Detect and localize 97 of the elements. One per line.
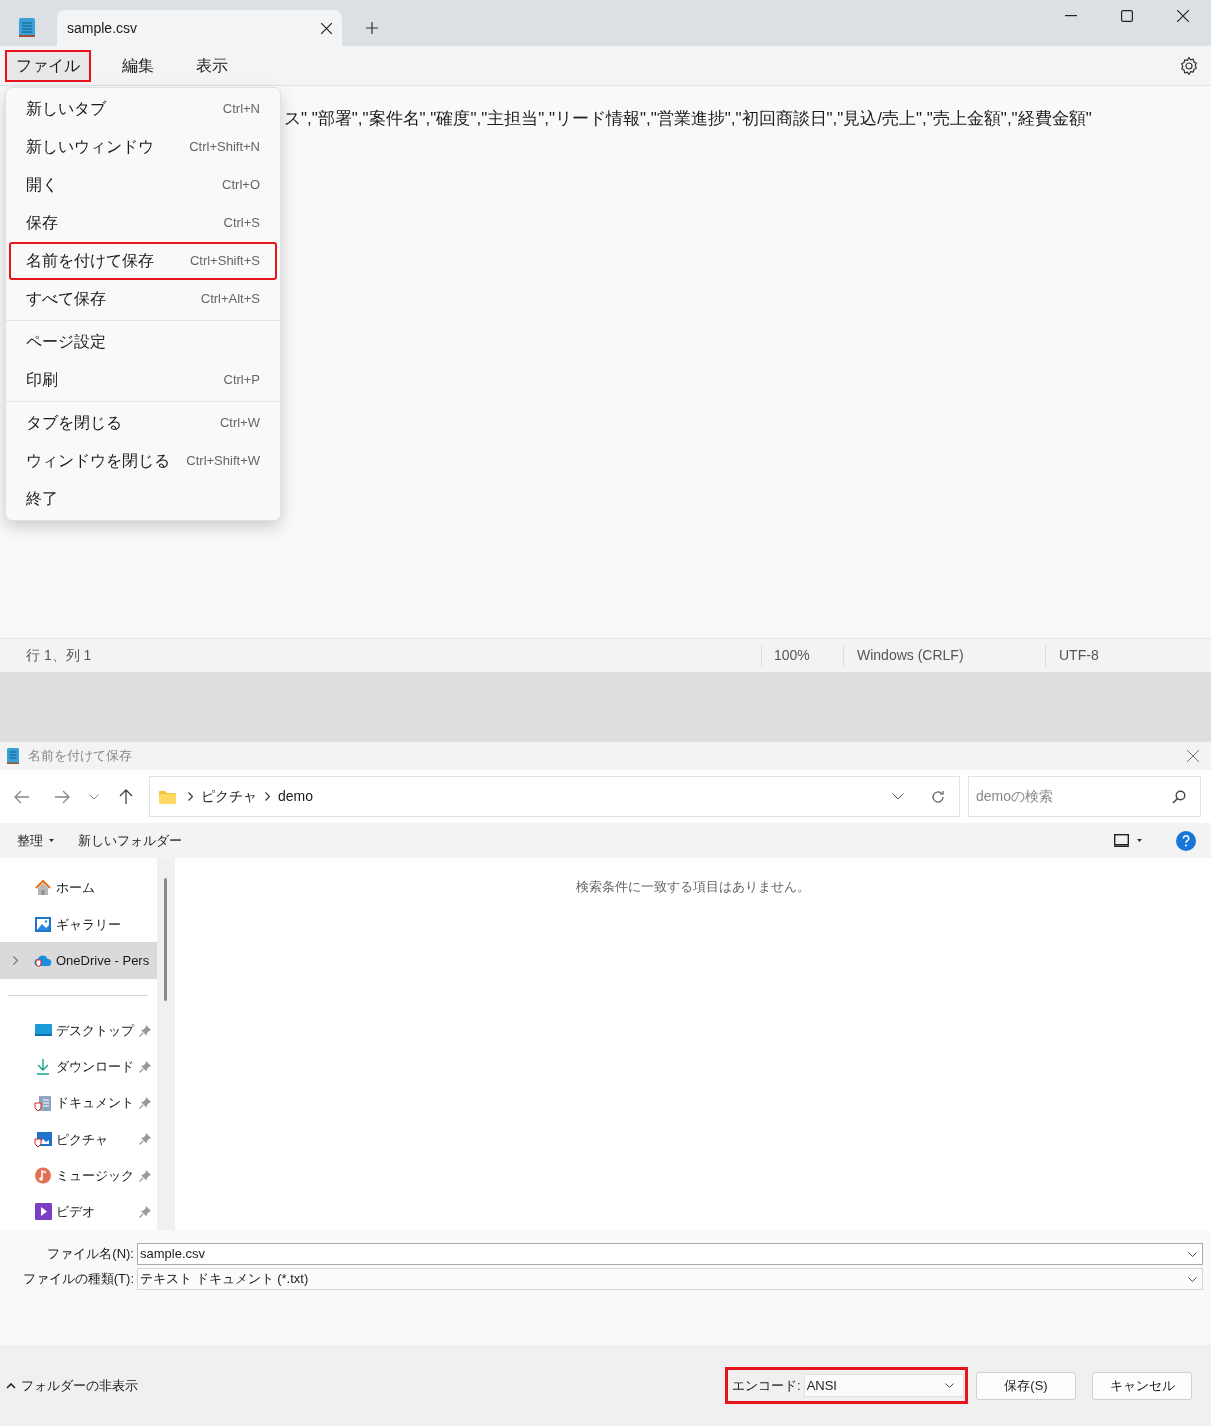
- shortcut-text: Ctrl+W: [219, 414, 260, 433]
- sidebar-item[interactable]: ホーム: [0, 870, 157, 907]
- plus-icon: [365, 21, 379, 35]
- sidebar-item[interactable]: ダウンロード: [0, 1048, 157, 1086]
- document-tab[interactable]: sample.csv: [57, 10, 342, 46]
- encoding-status: UTF-8: [1058, 646, 1100, 665]
- menu-item[interactable]: 新しいタブ Ctrl+N: [9, 90, 277, 128]
- menu-item[interactable]: 印刷 Ctrl+P: [9, 361, 277, 399]
- encoding-label: エンコード:: [732, 1376, 801, 1395]
- chevron-down-icon: [1188, 1276, 1197, 1282]
- sidebar-item[interactable]: ミュージック: [0, 1157, 157, 1194]
- help-button[interactable]: [1176, 830, 1196, 851]
- chevron-right-icon: [265, 792, 270, 801]
- shortcut-text: Ctrl+Shift+N: [189, 138, 260, 157]
- menu-item[interactable]: ウィンドウを閉じる Ctrl+Shift+W: [9, 442, 277, 480]
- chevron-right-icon: [13, 956, 18, 966]
- menu-item[interactable]: すべて保存 Ctrl+Alt+S: [9, 280, 277, 318]
- notepad-icon: [6, 747, 20, 765]
- hide-folders-button[interactable]: フォルダーの非表示: [6, 1375, 138, 1396]
- chevron-down-icon: [1188, 1251, 1197, 1257]
- menu-item[interactable]: 表示: [185, 49, 239, 82]
- close-icon: [321, 22, 332, 34]
- breadcrumb-item[interactable]: ピクチャ: [201, 786, 257, 807]
- pictures-icon: [34, 1129, 53, 1149]
- pin-icon: [139, 1097, 151, 1110]
- cancel-button[interactable]: キャンセル: [1092, 1371, 1192, 1400]
- pin-icon: [139, 1024, 151, 1037]
- chevron-down-icon: [89, 793, 99, 800]
- refresh-icon: [931, 789, 945, 804]
- minimize-icon: [1065, 15, 1077, 17]
- folder-icon: [159, 789, 176, 804]
- scrollbar-thumb[interactable]: [164, 878, 167, 1001]
- caret-up-icon: [6, 1382, 16, 1389]
- sidebar-item[interactable]: OneDrive - Pers: [0, 942, 157, 979]
- chevron-right-icon: [188, 792, 193, 801]
- video-icon: [34, 1202, 53, 1222]
- sidebar-item[interactable]: ピクチャ: [0, 1121, 157, 1158]
- caret-icon: [49, 839, 54, 842]
- home-icon: [34, 878, 53, 898]
- shortcut-text: Ctrl+P: [223, 371, 260, 390]
- chevron-down-icon: [892, 793, 904, 800]
- up-arrow-icon: [119, 788, 133, 805]
- encoding-dropdown[interactable]: ANSI: [803, 1374, 964, 1397]
- toolbar-button[interactable]: 整理: [17, 830, 54, 851]
- gallery-icon: [34, 914, 53, 934]
- file-type-dropdown[interactable]: テキスト ドキュメント (*.txt): [137, 1268, 1203, 1290]
- chevron-down-icon: [944, 1383, 954, 1388]
- pin-icon: [139, 1205, 151, 1218]
- save-button[interactable]: 保存(S): [976, 1371, 1076, 1400]
- shortcut-text: Ctrl+Shift+W: [186, 452, 260, 471]
- file-name-field[interactable]: sample.csv: [137, 1243, 1203, 1265]
- document-icon: [34, 1093, 53, 1113]
- editor-text: ス","部署","案件名","確度","主担当","リード情報","営業進捗","初回商談日","見込/売上","売上金額","経費金額": [284, 108, 1093, 130]
- menu-item[interactable]: ページ設定: [9, 323, 277, 361]
- left-arrow-icon: [14, 789, 30, 804]
- shortcut-text: Ctrl+Alt+S: [200, 290, 260, 309]
- menu-item[interactable]: 終了: [9, 480, 277, 518]
- line-ending: Windows (CRLF): [856, 646, 965, 665]
- sidebar-item[interactable]: デスクトップ: [0, 1012, 157, 1049]
- right-arrow-icon: [54, 789, 70, 804]
- music-icon: [34, 1166, 53, 1186]
- shortcut-text: Ctrl+N: [222, 100, 260, 119]
- settings-icon: [1179, 55, 1199, 76]
- file-name-label: ファイル名(N):: [46, 1245, 135, 1264]
- pin-icon: [139, 1133, 151, 1146]
- caret-icon: [1137, 839, 1142, 842]
- menu-item[interactable]: 開く Ctrl+O: [9, 166, 277, 204]
- file-type-label: ファイルの種類(T):: [21, 1270, 135, 1289]
- close-button[interactable]: [1185, 748, 1201, 764]
- search-icon: [1172, 789, 1186, 804]
- breadcrumb-item[interactable]: demo: [278, 786, 314, 807]
- menu-item[interactable]: ファイル: [5, 49, 91, 82]
- sidebar-item[interactable]: ビデオ: [0, 1193, 157, 1230]
- view-icon: [1114, 834, 1129, 847]
- cursor-position: 行 1、列 1: [26, 646, 92, 665]
- sidebar-item[interactable]: ギャラリー: [0, 906, 157, 943]
- menu-item[interactable]: 新しいウィンドウ Ctrl+Shift+N: [9, 128, 277, 166]
- menu-item[interactable]: 名前を付けて保存 Ctrl+Shift+S: [9, 242, 277, 280]
- toolbar-button[interactable]: 新しいフォルダー: [78, 830, 182, 851]
- menu-item[interactable]: 保存 Ctrl+S: [9, 204, 277, 242]
- pin-icon: [139, 1060, 151, 1073]
- zoom-level: 100%: [773, 646, 811, 665]
- address-bar[interactable]: ピクチャ demo: [149, 776, 960, 817]
- close-icon: [1177, 10, 1189, 22]
- pin-icon: [139, 1169, 151, 1182]
- shortcut-text: Ctrl+Shift+S: [189, 252, 260, 271]
- sidebar-item[interactable]: ドキュメント: [0, 1085, 157, 1122]
- close-icon: [1187, 750, 1199, 762]
- menu-item[interactable]: 編集: [111, 49, 165, 82]
- menu-item[interactable]: タブを閉じる Ctrl+W: [9, 404, 277, 442]
- shortcut-text: Ctrl+S: [223, 214, 260, 233]
- notepad-icon: [17, 16, 37, 38]
- maximize-icon: [1121, 10, 1133, 22]
- shortcut-text: Ctrl+O: [222, 176, 260, 195]
- dialog-title: 名前を付けて保存: [28, 747, 132, 766]
- search-field[interactable]: demoの検索: [968, 776, 1201, 817]
- empty-message: 検索条件に一致する項目はありません。: [576, 878, 810, 896]
